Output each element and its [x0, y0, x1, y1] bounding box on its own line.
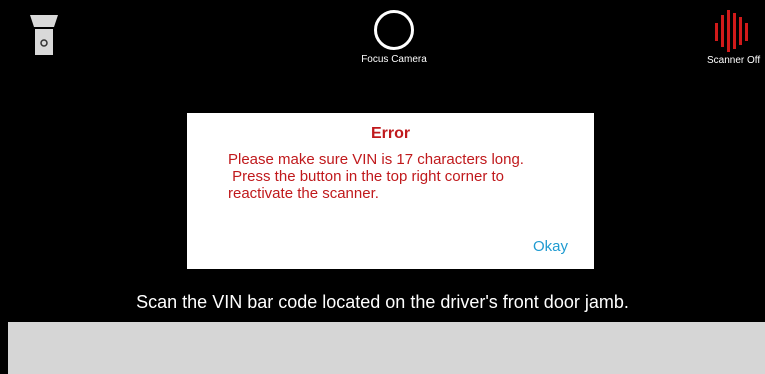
focus-ring-icon [374, 10, 414, 50]
okay-button[interactable]: Okay [533, 238, 568, 256]
scan-instruction: Scan the VIN bar code located on the dri… [136, 292, 629, 312]
scanner-barcode-icon [703, 9, 765, 53]
focus-camera-label: Focus Camera [361, 54, 427, 65]
scanner-screen: Focus Camera Scanner Off Error Please ma… [0, 0, 765, 374]
scanner-toggle-button[interactable]: Scanner Off [703, 9, 765, 69]
bottom-panel [8, 322, 765, 374]
dialog-message: Please make sure VIN is 17 characters lo… [228, 151, 524, 202]
flashlight-icon [26, 13, 62, 59]
scanner-status-label: Scanner Off [707, 55, 761, 66]
error-dialog: Error Please make sure VIN is 17 charact… [187, 113, 594, 269]
flashlight-button[interactable] [26, 13, 62, 59]
dialog-title: Error [370, 125, 411, 142]
focus-camera-button[interactable]: Focus Camera [344, 10, 444, 70]
